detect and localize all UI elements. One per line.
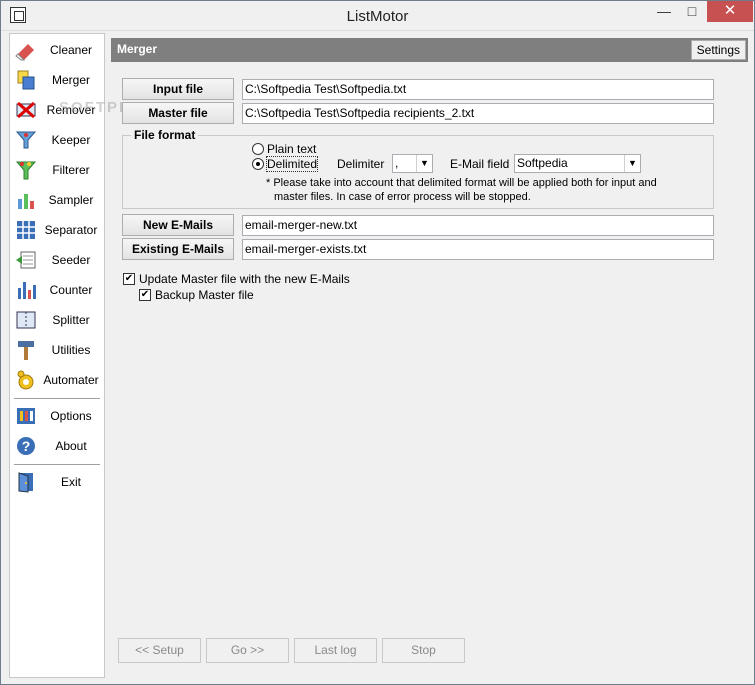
sidebar-item-keeper[interactable]: Keeper xyxy=(10,126,104,154)
sidebar-item-seeder[interactable]: Seeder xyxy=(10,246,104,274)
help-icon: ? xyxy=(17,437,35,455)
sidebar-divider xyxy=(14,398,100,399)
options-icon xyxy=(17,408,35,424)
sidebar-item-merger[interactable]: Merger xyxy=(10,66,104,94)
sampler-icon xyxy=(18,194,34,209)
minimize-button[interactable]: — xyxy=(650,1,678,22)
sidebar-item-cleaner[interactable]: Cleaner xyxy=(10,36,104,64)
main-panel: Merger Settings Input file C:\Softpedia … xyxy=(111,33,748,678)
sidebar-item-label: Cleaner xyxy=(49,43,93,57)
sidebar-item-separator[interactable]: Separator xyxy=(10,216,104,244)
sidebar-item-label: Filterer xyxy=(52,163,90,177)
svg-text:?: ? xyxy=(22,438,31,454)
delimiter-label: Delimiter xyxy=(337,157,385,171)
sidebar-item-label: Sampler xyxy=(48,193,94,207)
door-icon xyxy=(18,472,33,493)
backup-master-checkbox[interactable]: ✔ xyxy=(139,289,151,301)
sidebar-item-label: Counter xyxy=(49,283,93,297)
sidebar-item-label: Automater xyxy=(43,373,99,387)
email-field-select[interactable]: Softpedia ▼ xyxy=(514,154,641,173)
sidebar-item-splitter[interactable]: Splitter xyxy=(10,306,104,334)
chevron-down-icon: ▼ xyxy=(416,155,432,172)
splitter-icon xyxy=(16,311,36,329)
setup-button[interactable]: << Setup xyxy=(118,638,201,663)
sidebar-item-about[interactable]: ? About xyxy=(10,432,104,460)
input-file-button[interactable]: Input file xyxy=(122,78,234,100)
stop-button[interactable]: Stop xyxy=(382,638,465,663)
hammer-icon xyxy=(18,341,34,360)
sidebar: Cleaner Merger Remover Keeper Filterer S… xyxy=(9,33,105,678)
delimited-label: Delimited xyxy=(265,156,319,172)
sidebar-item-automater[interactable]: Automater xyxy=(10,366,104,394)
existing-emails-field[interactable]: email-merger-exists.txt xyxy=(242,239,714,260)
sidebar-divider xyxy=(14,464,100,465)
format-note-line1: * Please take into account that delimite… xyxy=(266,177,657,189)
sidebar-item-label: Separator xyxy=(44,223,98,237)
master-file-button[interactable]: Master file xyxy=(122,102,234,124)
chart-icon xyxy=(18,282,36,299)
sidebar-item-label: Keeper xyxy=(51,133,91,147)
title-bar: ListMotor — □ ✕ xyxy=(1,1,754,31)
remove-icon xyxy=(16,101,36,119)
sidebar-item-label: Merger xyxy=(51,73,90,87)
sidebar-item-counter[interactable]: Counter xyxy=(10,276,104,304)
app-window: ListMotor — □ ✕ Cleaner Merger Remover K… xyxy=(0,0,755,685)
sidebar-item-label: Options xyxy=(50,409,92,423)
input-file-field[interactable]: C:\Softpedia Test\Softpedia.txt xyxy=(242,79,714,100)
new-emails-field[interactable]: email-merger-new.txt xyxy=(242,215,714,236)
backup-master-label: Backup Master file xyxy=(155,288,254,302)
seeder-icon xyxy=(16,251,36,269)
sidebar-item-label: Exit xyxy=(60,475,81,489)
sidebar-item-sampler[interactable]: Sampler xyxy=(10,186,104,214)
close-button[interactable]: ✕ xyxy=(707,1,753,22)
plain-text-radio[interactable] xyxy=(252,143,264,155)
maximize-button[interactable]: □ xyxy=(678,1,706,22)
window-title: ListMotor xyxy=(346,8,409,25)
update-master-label: Update Master file with the new E-Mails xyxy=(139,272,350,286)
update-master-checkbox[interactable]: ✔ xyxy=(123,273,135,285)
sidebar-item-label: Utilities xyxy=(51,343,91,357)
existing-emails-button[interactable]: Existing E-Mails xyxy=(122,238,234,260)
sidebar-item-options[interactable]: Options xyxy=(10,402,104,430)
sidebar-item-filterer[interactable]: Filterer xyxy=(10,156,104,184)
gear-icon xyxy=(17,370,34,390)
sidebar-item-label: About xyxy=(55,439,87,453)
eraser-icon xyxy=(15,44,34,61)
keeper-icon xyxy=(15,131,37,149)
email-field-label: E-Mail field xyxy=(450,157,510,171)
sidebar-item-label: Seeder xyxy=(51,253,91,267)
sidebar-item-exit[interactable]: Exit xyxy=(10,468,104,496)
filter-icon xyxy=(15,161,37,180)
file-format-group: File format Plain text Delimited Delimit… xyxy=(122,128,714,209)
settings-button[interactable]: Settings xyxy=(690,40,746,60)
merge-icon xyxy=(17,70,35,90)
chevron-down-icon: ▼ xyxy=(624,155,640,172)
file-format-title: File format xyxy=(131,128,199,142)
master-file-field[interactable]: C:\Softpedia Test\Softpedia recipients_2… xyxy=(242,103,714,124)
delimited-radio[interactable] xyxy=(252,158,264,170)
panel-title: Merger xyxy=(117,42,158,56)
grid-icon xyxy=(17,221,35,239)
plain-text-label: Plain text xyxy=(267,142,317,156)
delimiter-select[interactable]: , ▼ xyxy=(392,154,433,173)
sidebar-item-utilities[interactable]: Utilities xyxy=(10,336,104,364)
new-emails-button[interactable]: New E-Mails xyxy=(122,214,234,236)
last-log-button[interactable]: Last log xyxy=(294,638,377,663)
sidebar-item-label: Splitter xyxy=(52,313,90,327)
panel-header: Merger Settings xyxy=(111,38,748,62)
email-field-value: Softpedia xyxy=(517,156,568,170)
go-button[interactable]: Go >> xyxy=(206,638,289,663)
delimiter-value: , xyxy=(395,156,399,170)
format-note-line2: master files. In case of error process w… xyxy=(274,191,531,203)
